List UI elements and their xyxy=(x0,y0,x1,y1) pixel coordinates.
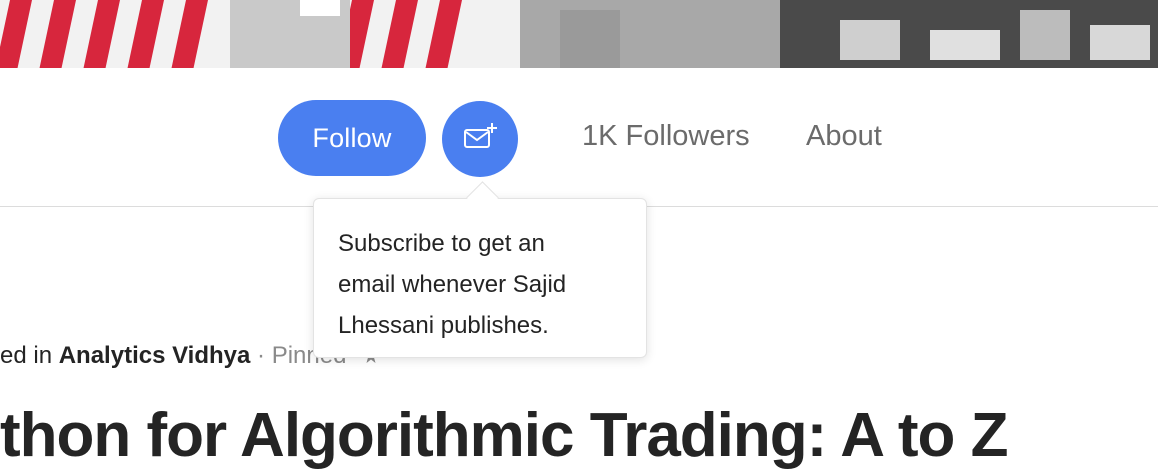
subscribe-email-button[interactable] xyxy=(442,101,518,177)
mail-plus-icon xyxy=(462,121,498,158)
followers-count-link[interactable]: 1K Followers xyxy=(582,120,750,153)
about-link[interactable]: About xyxy=(806,120,882,153)
publication-link[interactable]: Analytics Vidhya xyxy=(59,342,251,369)
follow-button[interactable]: Follow xyxy=(278,100,426,176)
follow-button-label: Follow xyxy=(312,122,392,153)
separator-dot: · xyxy=(250,342,272,369)
subscribe-tooltip: Subscribe to get an email whenever Sajid… xyxy=(313,198,647,358)
flag-banner-graphic xyxy=(0,0,1158,68)
tooltip-line: Lhessani publishes. xyxy=(338,312,549,339)
published-prefix: ed in xyxy=(0,342,59,369)
profile-action-bar: Follow 1K Followers About xyxy=(0,68,1158,208)
profile-banner-image xyxy=(0,0,1158,68)
tooltip-line: email whenever Sajid xyxy=(338,271,567,298)
tooltip-line: Subscribe to get an xyxy=(338,230,545,257)
article-title[interactable]: thon for Algorithmic Trading: A to Z xyxy=(0,400,1009,471)
